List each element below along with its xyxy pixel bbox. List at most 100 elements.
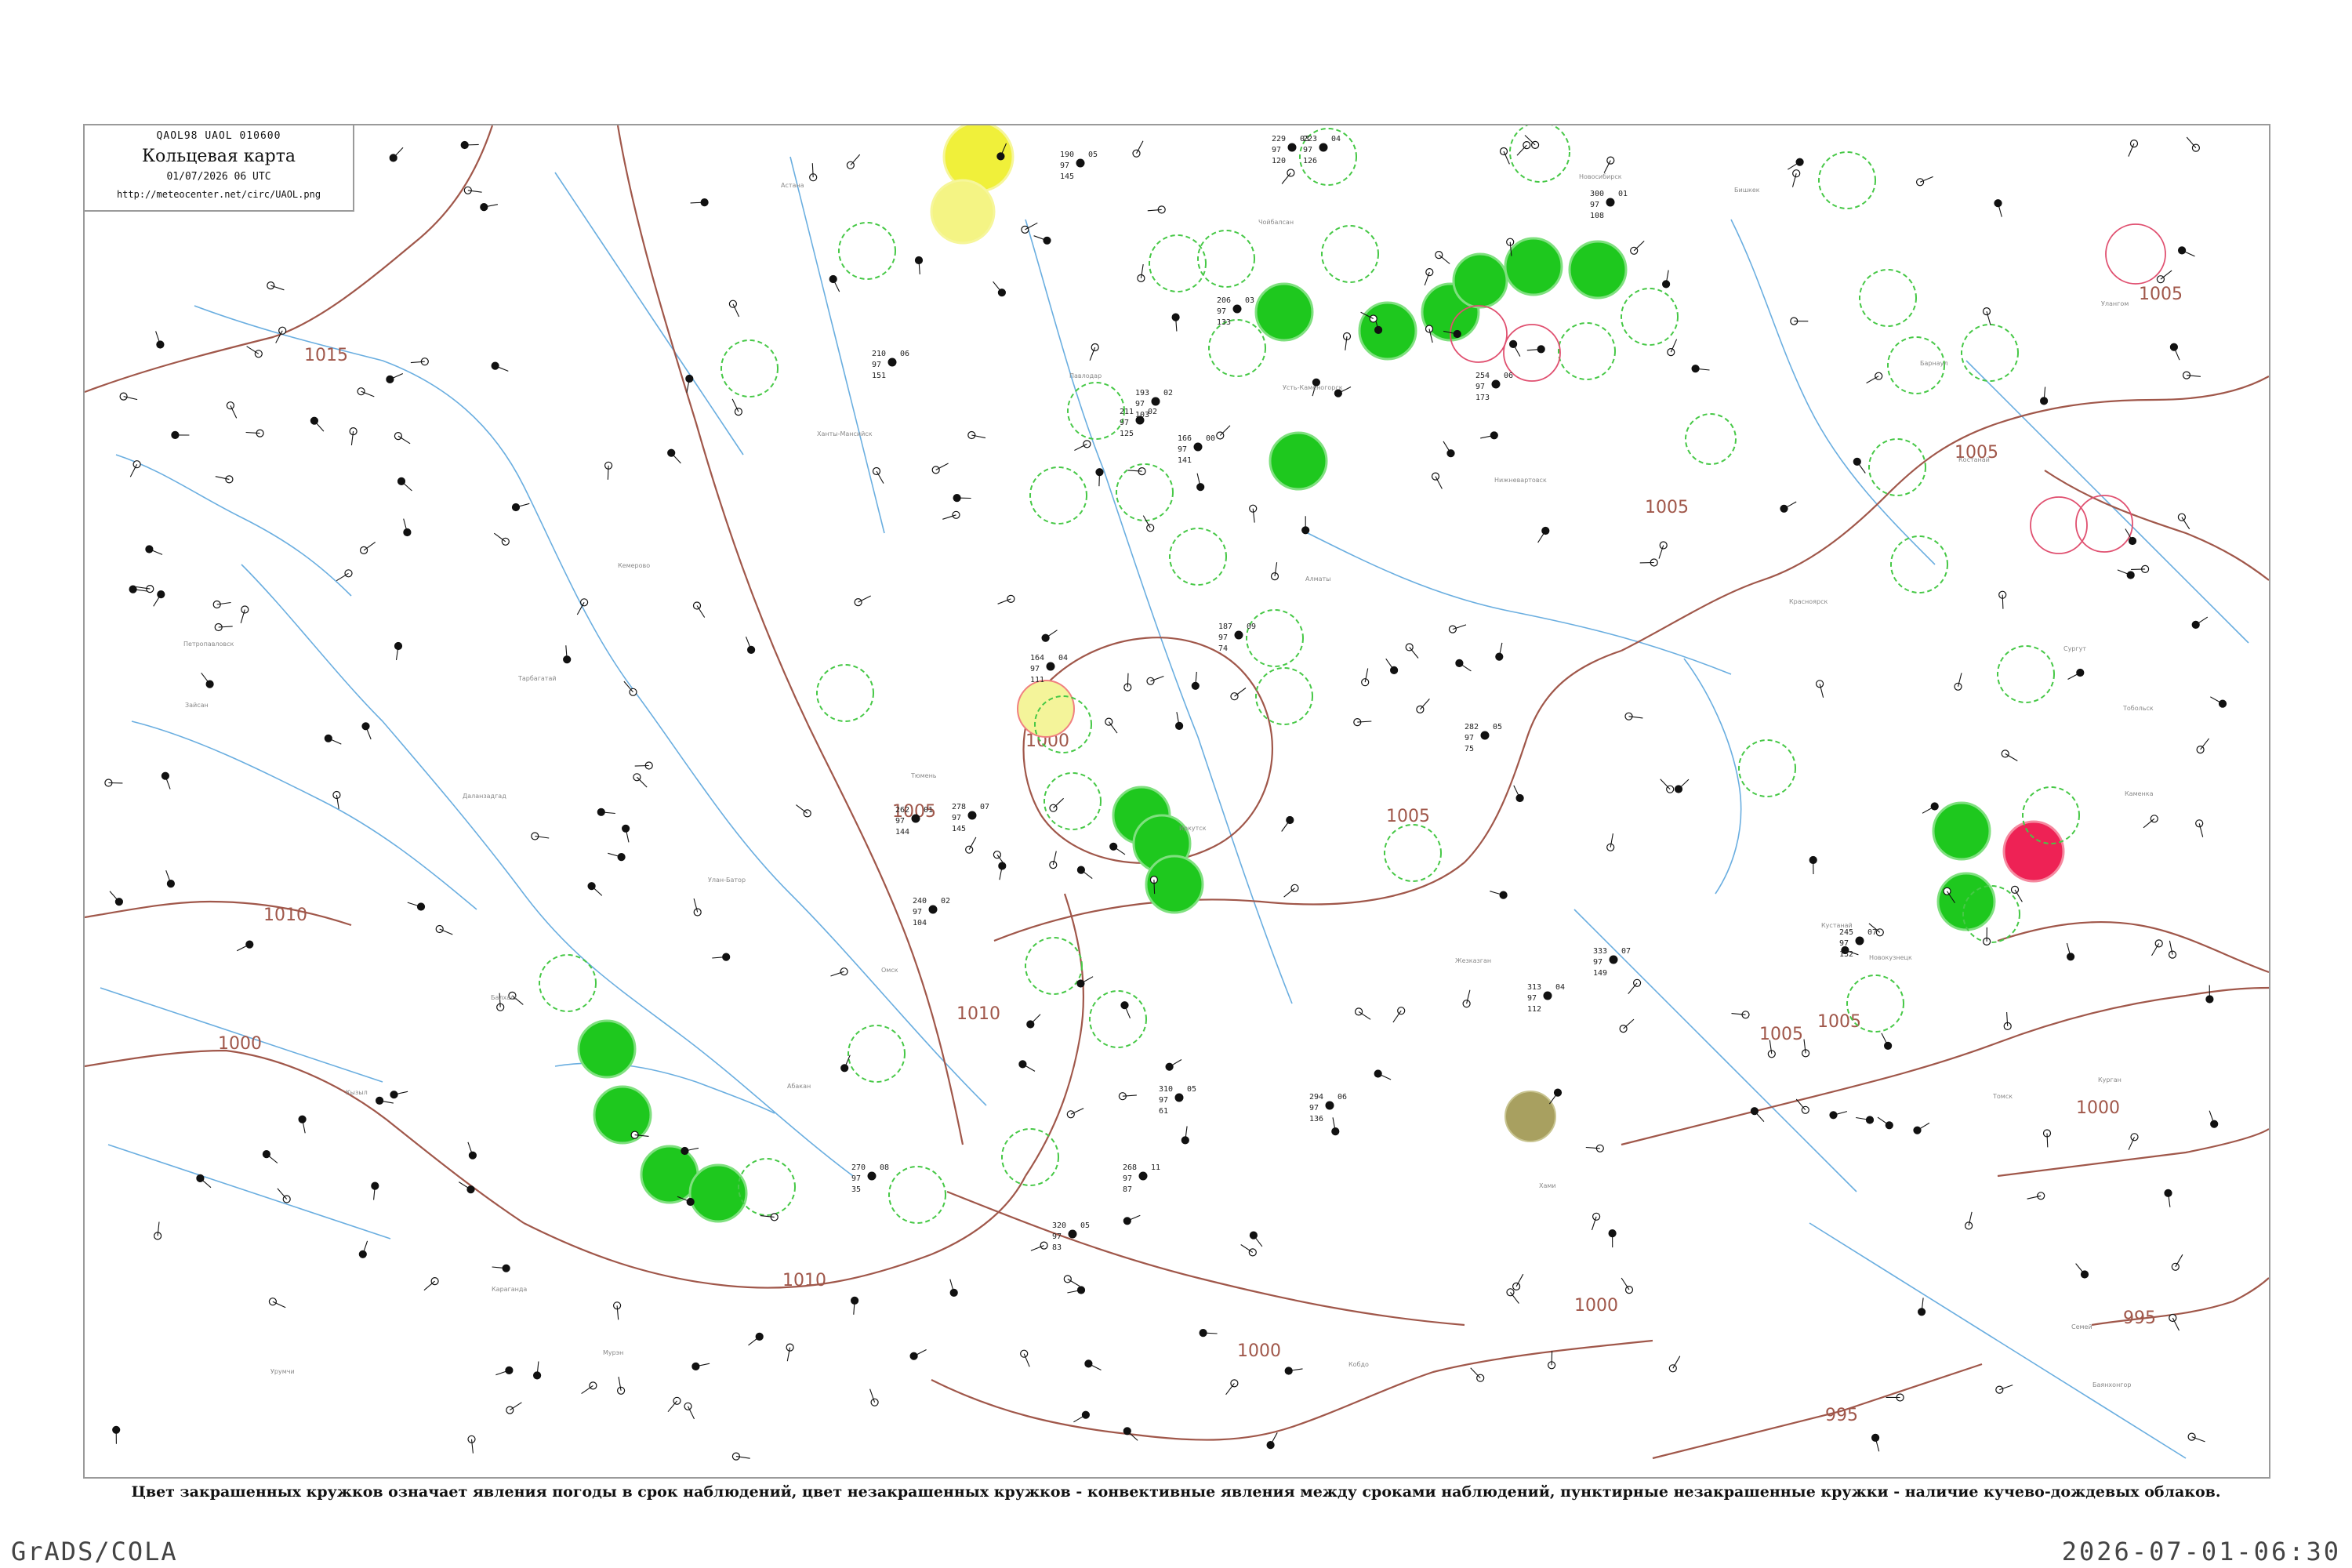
wind-barb <box>1877 1116 1890 1126</box>
cb-circle-19[interactable] <box>1067 382 1125 440</box>
cb-circle-10[interactable] <box>1846 975 1904 1033</box>
station-2[interactable]: 223 04 97 126 <box>1303 135 1341 165</box>
station-value-t: 97 <box>1217 307 1226 316</box>
map-title: Кольцевая карта <box>141 147 296 166</box>
rain-circle-4[interactable] <box>1452 252 1508 309</box>
station-circle <box>1855 936 1864 946</box>
river-east-1 <box>1965 360 2249 644</box>
cb-circle-22[interactable] <box>1169 528 1227 586</box>
station-8[interactable]: 268 11 97 87 <box>1123 1163 1160 1194</box>
station-20[interactable]: 310 05 97 61 <box>1159 1085 1196 1116</box>
place-name: Кемерово <box>618 562 650 569</box>
cb-circle-24[interactable] <box>1255 667 1313 725</box>
station-3[interactable]: 190 05 97 145 <box>1060 151 1098 181</box>
river-west-2 <box>107 1144 391 1240</box>
station-9[interactable]: 294 06 97 136 <box>1309 1093 1347 1123</box>
station-19[interactable]: 270 08 97 35 <box>851 1163 889 1194</box>
station-value-d: 35 <box>851 1185 861 1194</box>
station-7[interactable]: 240 02 97 104 <box>913 897 950 927</box>
cb-circle-21[interactable] <box>1029 466 1087 524</box>
river-ob <box>194 305 987 1106</box>
cb-circle-8[interactable] <box>1890 535 1948 593</box>
cb-circle-28[interactable] <box>1025 937 1083 995</box>
station-11[interactable]: 282 05 97 75 <box>1465 723 1502 753</box>
station-13[interactable]: 187 09 97 74 <box>1218 622 1256 653</box>
rain-circle-7[interactable] <box>1358 301 1417 361</box>
place-name: Алматы <box>1305 575 1331 583</box>
station-value-p: 164 <box>1030 654 1044 662</box>
cb-circle-32[interactable] <box>888 1166 946 1224</box>
thunder-ring-5[interactable] <box>2075 495 2133 553</box>
rain-circle-10[interactable] <box>1145 855 1204 914</box>
rain-circle-14[interactable] <box>593 1085 652 1145</box>
cb-circle-16[interactable] <box>1149 234 1207 292</box>
wind-barb <box>2131 568 2146 570</box>
isobar-line-1005-north <box>1621 376 2269 652</box>
cb-circle-11[interactable] <box>1738 739 1796 797</box>
rain-circle-12[interactable] <box>1936 872 1996 931</box>
rain-circle-2[interactable] <box>1504 237 1563 296</box>
station-16[interactable]: 254 06 97 173 <box>1475 372 1513 402</box>
map-canvas[interactable]: 1015 1010 1000 1005 1010 1010 1000 1005 … <box>85 125 2269 1477</box>
isobar-line-995 <box>1652 1363 1983 1460</box>
wind-barb <box>1623 1018 1635 1029</box>
cb-circle-9[interactable] <box>1997 645 2055 703</box>
cb-circle-4[interactable] <box>1859 269 1917 327</box>
station-22[interactable]: 333 07 97 149 <box>1593 947 1631 978</box>
thunder-circle-1[interactable] <box>2002 820 2065 883</box>
wind-barb <box>401 481 412 492</box>
cb-circle-27[interactable] <box>1384 824 1442 882</box>
wind-barb <box>277 1188 288 1200</box>
station-4[interactable]: 210 06 97 151 <box>872 350 909 380</box>
cb-circle-6[interactable] <box>1961 324 2019 382</box>
dust-circle-1[interactable] <box>1504 1091 1556 1142</box>
haze-circle-3[interactable] <box>1017 680 1075 738</box>
cb-circle-25[interactable] <box>1044 772 1102 830</box>
cb-circle-3[interactable] <box>1818 151 1876 209</box>
place-name: Курган <box>2098 1076 2122 1083</box>
cb-circle-13[interactable] <box>1621 288 1679 346</box>
cb-circle-18[interactable] <box>1208 319 1266 377</box>
isobar-995-east: 995 <box>2123 1308 2156 1328</box>
thunder-ring-4[interactable] <box>2030 496 2088 554</box>
cb-circle-33[interactable] <box>738 1158 796 1216</box>
cb-circle-15[interactable] <box>1321 225 1379 283</box>
wind-barb <box>1108 721 1118 734</box>
cb-circle-31[interactable] <box>848 1025 906 1083</box>
map-source-url[interactable]: http://meteocenter.net/circ/UAOL.png <box>85 189 353 200</box>
place-name: Астана <box>781 182 804 189</box>
cb-circle-17[interactable] <box>1197 230 1255 288</box>
station-5[interactable]: 278 07 97 145 <box>952 803 989 833</box>
isobar-1010-south: 1010 <box>782 1271 826 1290</box>
wind-barb <box>1857 461 1866 474</box>
station-value-c: 06 <box>1338 1093 1347 1102</box>
rain-circle-13[interactable] <box>577 1019 637 1079</box>
cb-circle-36[interactable] <box>816 664 874 722</box>
station-21[interactable]: 320 05 97 83 <box>1052 1221 1090 1252</box>
wind-barb <box>1459 662 1472 672</box>
cb-circle-29[interactable] <box>1089 990 1147 1048</box>
map-datetime: 01/07/2026 06 UTC <box>166 171 271 183</box>
station-10[interactable]: 313 04 97 112 <box>1527 983 1565 1014</box>
cb-circle-37[interactable] <box>838 222 896 280</box>
thunder-ring-1[interactable] <box>2105 223 2166 285</box>
rain-circle-6[interactable] <box>1269 431 1328 491</box>
station-15[interactable]: 300 01 97 108 <box>1590 190 1628 220</box>
haze-circle-2[interactable] <box>930 179 996 245</box>
rain-circle-16[interactable] <box>688 1163 748 1223</box>
station-dot <box>468 1151 477 1160</box>
rain-circle-3[interactable] <box>1568 240 1628 299</box>
cb-circle-12[interactable] <box>1685 413 1737 465</box>
rain-circle-11[interactable] <box>1932 801 1991 861</box>
cb-circle-14[interactable] <box>1558 322 1616 380</box>
cb-circle-35[interactable] <box>720 339 779 397</box>
wind-barb <box>1067 1278 1080 1287</box>
station-value-t: 97 <box>1309 1104 1319 1112</box>
isobar-1005-south: 1005 <box>1759 1025 1803 1044</box>
cb-circle-23[interactable] <box>1246 609 1304 667</box>
place-name: Красноярск <box>1789 598 1828 605</box>
station-value-c: 01 <box>1618 190 1628 198</box>
rain-circle-5[interactable] <box>1254 282 1314 342</box>
station-18[interactable]: 166 00 97 141 <box>1178 434 1215 465</box>
cb-circle-30[interactable] <box>1001 1128 1059 1186</box>
